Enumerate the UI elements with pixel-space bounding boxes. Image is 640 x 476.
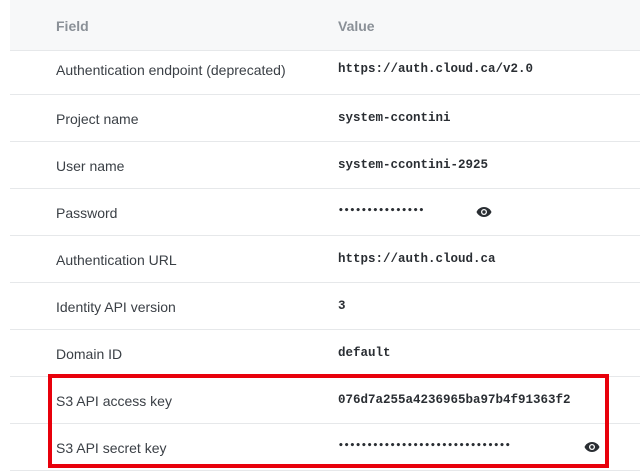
field-label: User name — [56, 158, 125, 174]
table-row-password: Password ••••••••••••••• — [10, 189, 640, 236]
masked-dots: •••••••••••••••••••••••••••••• — [338, 441, 511, 451]
credentials-table: Field Value Authentication endpoint (dep… — [10, 0, 640, 471]
field-label: Authentication URL — [56, 252, 177, 268]
table-row: Identity API version 3 — [10, 283, 640, 330]
table-row: Authentication endpoint (deprecated) htt… — [10, 51, 640, 95]
field-value: 3 — [338, 299, 346, 313]
password-value: ••••••••••••••• — [338, 205, 424, 219]
field-value: https://auth.cloud.ca — [338, 252, 496, 266]
field-label: Authentication endpoint (deprecated) — [56, 62, 286, 78]
field-label: S3 API access key — [56, 393, 172, 409]
table-row: Project name system-ccontini — [10, 95, 640, 142]
table-row-s3-secret-key: S3 API secret key ••••••••••••••••••••••… — [10, 424, 640, 471]
table-row: Domain ID default — [10, 330, 640, 377]
eye-icon[interactable] — [584, 441, 600, 453]
field-value: default — [338, 346, 391, 360]
field-label: Password — [56, 205, 118, 221]
field-value: system-ccontini — [338, 111, 451, 125]
field-label: S3 API secret key — [56, 440, 167, 456]
eye-icon[interactable] — [476, 206, 492, 218]
table-row: Authentication URL https://auth.cloud.ca — [10, 236, 640, 283]
table-header: Field Value — [10, 0, 640, 51]
column-header-value: Value — [338, 18, 375, 34]
table-row-s3-access-key: S3 API access key 076d7a255a4236965ba97b… — [10, 377, 640, 424]
field-label: Identity API version — [56, 299, 176, 315]
masked-dots: ••••••••••••••• — [338, 206, 425, 216]
column-header-field: Field — [56, 18, 89, 34]
table-row: User name system-ccontini-2925 — [10, 142, 640, 189]
field-value: system-ccontini-2925 — [338, 158, 489, 172]
field-label: Domain ID — [56, 346, 123, 362]
s3-secret-key-value: •••••••••••••••••••••••••••••• — [338, 440, 511, 454]
s3-access-key-value: 076d7a255a4236965ba97b4f91363f2 — [338, 393, 571, 407]
field-label: Project name — [56, 111, 139, 127]
field-value: https://auth.cloud.ca/v2.0 — [338, 62, 534, 76]
